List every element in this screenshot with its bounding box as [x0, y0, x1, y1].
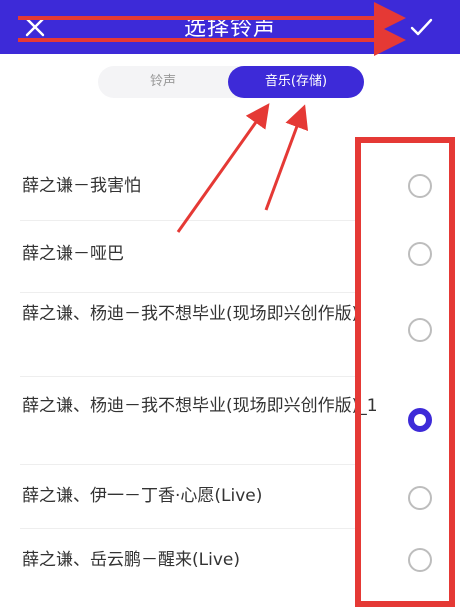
divider — [20, 376, 360, 377]
list-item[interactable]: 薛之谦－我害怕 — [0, 150, 460, 222]
list-item[interactable]: 薛之谦、岳云鹏－醒来(Live) — [0, 530, 460, 596]
divider — [20, 220, 360, 221]
song-title: 薛之谦－哑巴 — [22, 244, 124, 264]
song-title: 薛之谦、伊一－丁香·心愿(Live) — [22, 486, 263, 506]
divider — [20, 528, 360, 529]
list-item[interactable]: 薛之谦、伊一－丁香·心愿(Live) — [0, 466, 460, 528]
divider — [20, 292, 360, 293]
title-bar: 选择铃声 — [0, 0, 460, 54]
divider — [20, 464, 360, 465]
song-title: 薛之谦、杨迪－我不想毕业(现场即兴创作版)_1 — [22, 396, 378, 416]
radio-button[interactable] — [408, 486, 432, 510]
radio-button[interactable] — [408, 548, 432, 572]
list-item[interactable]: 薛之谦、杨迪－我不想毕业(现场即兴创作版)_1 — [0, 378, 460, 464]
page-title: 选择铃声 — [183, 16, 276, 41]
song-title: 薛之谦－我害怕 — [22, 176, 141, 196]
radio-button[interactable] — [408, 174, 432, 198]
radio-button-selected[interactable] — [408, 408, 432, 432]
tab-music-storage[interactable]: 音乐(存储) — [228, 66, 364, 98]
list-item[interactable]: 薛之谦、杨迪－我不想毕业(现场即兴创作版) — [0, 294, 460, 376]
list-item[interactable]: 薛之谦－哑巴 — [0, 222, 460, 294]
radio-button[interactable] — [408, 318, 432, 342]
check-icon[interactable] — [404, 10, 438, 44]
song-title: 薛之谦、杨迪－我不想毕业(现场即兴创作版) — [22, 304, 359, 324]
song-title: 薛之谦、岳云鹏－醒来(Live) — [22, 550, 240, 570]
radio-button[interactable] — [408, 242, 432, 266]
tab-ringtones[interactable]: 铃声 — [98, 66, 228, 98]
source-tabs: 铃声 音乐(存储) — [98, 66, 364, 98]
